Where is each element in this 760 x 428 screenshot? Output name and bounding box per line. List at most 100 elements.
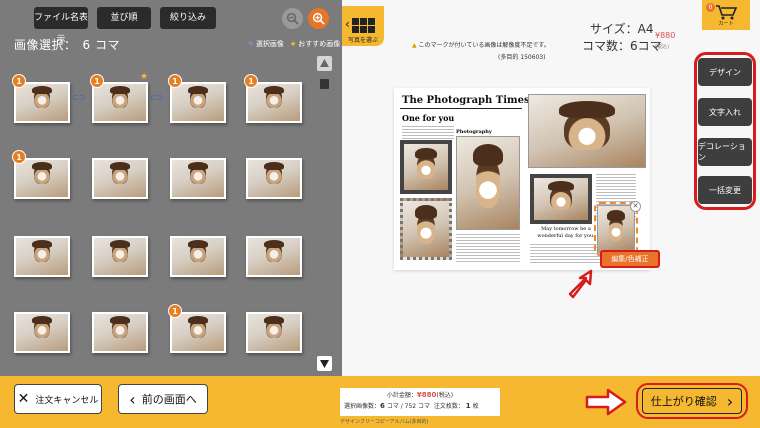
legend-used: ✎ 選択画像 <box>248 39 284 49</box>
legend-used-label: 選択画像 <box>255 40 284 48</box>
star-icon: ★ <box>140 72 149 82</box>
selected-count-label: 選択画像数： <box>344 403 381 410</box>
chevron-left-icon: ‹ <box>345 17 350 31</box>
triangle-down-icon <box>320 360 329 368</box>
previous-screen-button[interactable]: ‹ 前の画面へ <box>118 384 208 414</box>
photo-slot-2[interactable] <box>456 136 520 230</box>
chevron-right-icon: › <box>726 391 734 411</box>
subtotal-row: 小計金額：¥880(税込) <box>344 390 496 401</box>
photo-thumbnail[interactable] <box>246 158 302 199</box>
thumbnail-image <box>248 84 300 121</box>
pen-icon: ✎ <box>248 40 254 48</box>
zoom-out-button[interactable] <box>282 8 303 29</box>
scroll-down-button[interactable] <box>317 356 332 371</box>
filter-button[interactable]: 絞り込み <box>160 7 216 29</box>
thumbnail-image <box>248 314 300 351</box>
legend-recommended-label: おすすめ画像 <box>298 40 341 48</box>
subtotal-amount: ¥880 <box>416 391 437 399</box>
photo-thumbnail[interactable] <box>246 312 302 353</box>
newspaper-title: The Photograph Times <box>402 95 530 106</box>
template-code: (多目的 150603) <box>498 54 546 61</box>
choose-photos-label: 写真を選ぶ <box>347 37 378 44</box>
zoom-in-icon <box>312 12 325 25</box>
side-menu-button[interactable]: 文字入れ <box>698 98 752 126</box>
finish-confirm-button-highlight: 仕上がり確認 › <box>636 383 748 419</box>
bottom-bar: ✕ 注文キャンセル ‹ 前の画面へ 小計金額：¥880(税込) 選択画像数：6 … <box>0 376 760 428</box>
subtotal-tax: (税込) <box>436 392 454 399</box>
thumbnail-image <box>94 314 146 351</box>
thumbnail-image <box>172 238 224 275</box>
photo-thumbnail[interactable] <box>14 236 70 277</box>
thumbnail-image <box>94 84 146 121</box>
warning-text: このマークが付いている画像は解像度不足です。 <box>418 42 550 49</box>
thumbnail-image <box>172 314 224 351</box>
photo-slot-4[interactable] <box>528 94 646 168</box>
thumbnail-image <box>172 84 224 121</box>
star-icon: ★ <box>290 40 297 48</box>
side-menu-button[interactable]: デザイン <box>698 58 752 86</box>
selection-title-label: 画像選択： <box>14 38 77 52</box>
close-icon[interactable]: ✕ <box>630 201 641 212</box>
use-count-badge: 1 <box>90 74 104 88</box>
photo-thumbnail[interactable] <box>92 312 148 353</box>
photo-thumbnail[interactable] <box>14 312 70 353</box>
finish-confirm-button[interactable]: 仕上がり確認 › <box>642 388 742 414</box>
previous-screen-label: 前の画面へ <box>141 393 197 406</box>
subtotal-label: 小計金額： <box>386 392 417 399</box>
layout-preview-panel: 写真を選ぶ ‹ ▲ このマークが付いている画像は解像度不足です。 (多目的 15… <box>342 0 760 376</box>
photo-thumbnail[interactable] <box>14 158 70 199</box>
scroll-up-button[interactable] <box>317 56 332 71</box>
text-block <box>456 234 520 264</box>
photo-thumbnail[interactable] <box>170 82 226 123</box>
link-icon: ⊂⊃ <box>72 93 86 102</box>
cart-icon <box>716 4 738 19</box>
edit-color-correction-button[interactable]: 編集/色補正 <box>600 250 660 268</box>
newspaper-caption: May tomorrow be a wonderful day for you. <box>537 226 595 239</box>
resolution-warning: ▲ このマークが付いている画像は解像度不足です。 <box>412 40 550 49</box>
sort-order-button[interactable]: 並び順 <box>97 7 151 29</box>
link-icon: ⊂⊃ <box>150 93 164 102</box>
side-menu-button[interactable]: 一括変更 <box>698 176 752 204</box>
photo-thumbnail[interactable] <box>92 158 148 199</box>
thumbnail-image <box>94 160 146 197</box>
photo-thumbnail[interactable] <box>92 82 148 123</box>
title-rule <box>400 108 522 109</box>
photo-thumbnail[interactable] <box>92 236 148 277</box>
size-label: サイズ：A4 <box>590 22 654 36</box>
photo-thumbnail[interactable] <box>246 236 302 277</box>
thumbnail-image <box>16 160 68 197</box>
use-count-badge: 1 <box>168 74 182 88</box>
use-count-badge: 1 <box>168 304 182 318</box>
photo-thumbnail[interactable] <box>170 158 226 199</box>
order-count-value: 1 <box>465 402 471 410</box>
triangle-up-icon <box>320 59 329 67</box>
text-block <box>402 126 454 140</box>
cancel-order-label: 注文キャンセル <box>35 395 99 406</box>
text-block <box>530 244 600 264</box>
photo-slot-5[interactable] <box>530 174 592 224</box>
thumbnail-image <box>248 160 300 197</box>
use-count-badge: 1 <box>12 74 26 88</box>
use-count-badge: 1 <box>244 74 258 88</box>
cancel-order-button[interactable]: ✕ 注文キャンセル <box>14 384 102 414</box>
filename-display-button[interactable]: ファイル名表示 <box>34 7 88 45</box>
selected-count-total: コマ / 752 コマ <box>386 403 431 410</box>
zoom-in-button[interactable] <box>308 8 329 29</box>
grid-icon <box>351 18 375 33</box>
newspaper-headline: One for you <box>402 113 455 123</box>
cart-label: カート <box>718 20 734 27</box>
photo-slot-3[interactable] <box>400 198 452 260</box>
scrollbar-thumb[interactable] <box>320 79 329 89</box>
use-count-badge: 1 <box>12 150 26 164</box>
side-menu-button[interactable]: デコレーション <box>698 138 752 166</box>
photo-thumbnail[interactable] <box>170 236 226 277</box>
photo-thumbnail[interactable] <box>246 82 302 123</box>
photo-thumbnail[interactable] <box>14 82 70 123</box>
selected-count-value: 6 <box>380 402 385 410</box>
arrow-right-icon <box>585 388 627 416</box>
pages-label: コマ数：6コマ <box>582 39 662 53</box>
price-tax-label: (税込) <box>655 44 669 50</box>
photo-slot-1[interactable] <box>400 140 452 194</box>
photo-thumbnail[interactable] <box>170 312 226 353</box>
order-count-unit: 枚 <box>472 403 479 410</box>
